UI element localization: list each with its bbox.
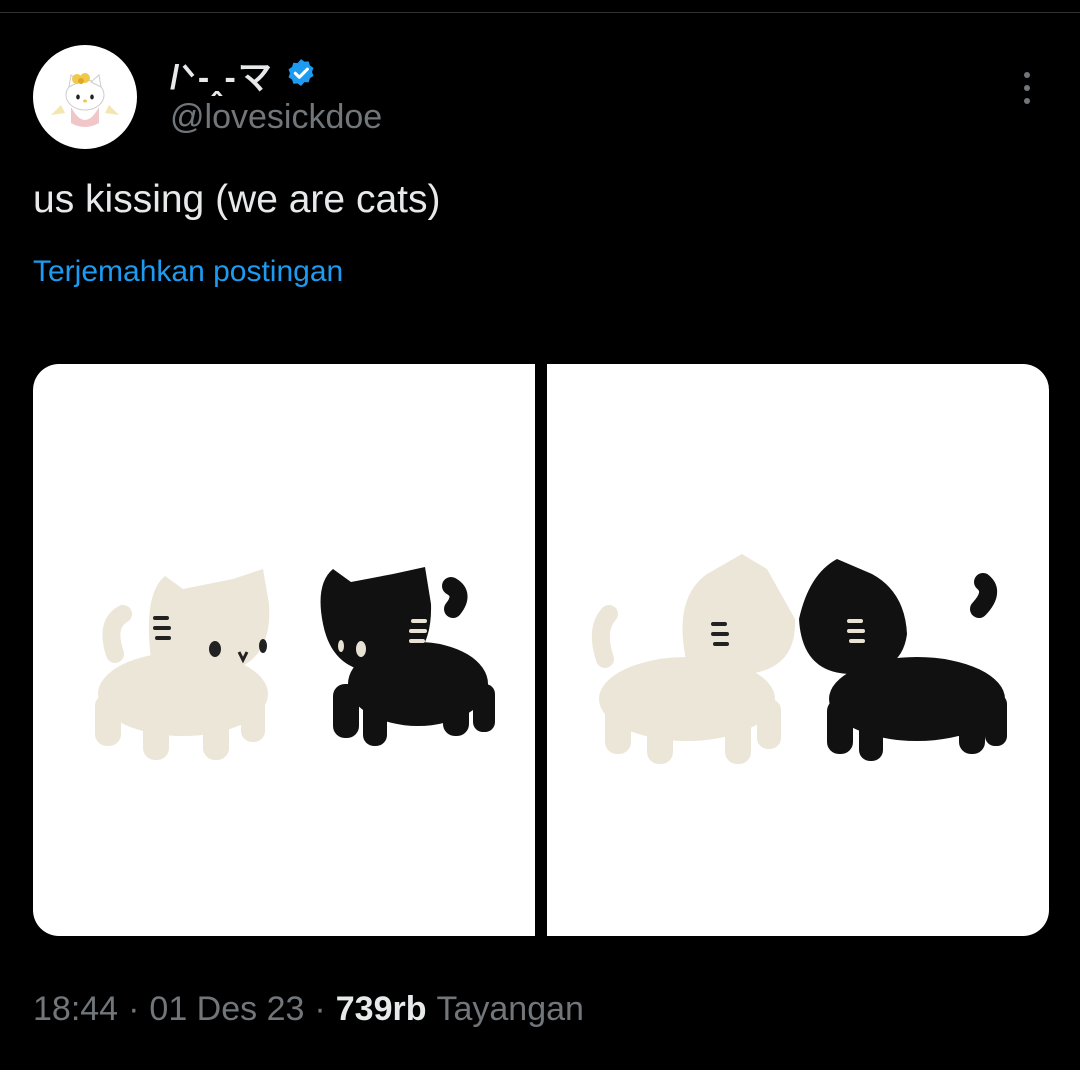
cream-cat-figure: [591, 554, 796, 764]
cream-cat-figure: [95, 569, 270, 760]
cats-kissing-image: [591, 554, 1007, 764]
post-date[interactable]: 01 Des 23: [149, 990, 304, 1029]
display-name-row[interactable]: /ᐠ-ꞈ-マ: [170, 54, 318, 97]
translate-post-link[interactable]: Terjemahkan postingan: [33, 255, 343, 289]
more-dot-icon: [1024, 85, 1030, 91]
more-dot-icon: [1024, 72, 1030, 78]
post-text: us kissing (we are cats): [33, 178, 441, 221]
black-cat-figure: [799, 559, 1007, 761]
media-grid: [33, 364, 1049, 936]
meta-separator: ·: [314, 990, 326, 1028]
verified-badge-icon[interactable]: [284, 57, 318, 91]
avatar[interactable]: [33, 45, 137, 149]
media-image-2[interactable]: [547, 364, 1049, 936]
display-name[interactable]: /ᐠ-ꞈ-マ: [170, 50, 274, 99]
top-divider: [0, 12, 1080, 13]
hello-kitty-icon: [51, 73, 119, 127]
more-options-button[interactable]: [1012, 68, 1042, 108]
post-meta: 18:44 · 01 Des 23 · 739rb Tayangan: [33, 990, 584, 1029]
user-handle[interactable]: @lovesickdoe: [170, 98, 382, 137]
post-time[interactable]: 18:44: [33, 990, 118, 1029]
media-image-1[interactable]: [33, 364, 535, 936]
black-cat-figure: [320, 567, 495, 746]
cats-apart-image: [95, 567, 495, 760]
views-count[interactable]: 739rb: [336, 990, 427, 1029]
views-label: Tayangan: [436, 990, 584, 1028]
more-dot-icon: [1024, 98, 1030, 104]
meta-separator: ·: [128, 990, 140, 1028]
